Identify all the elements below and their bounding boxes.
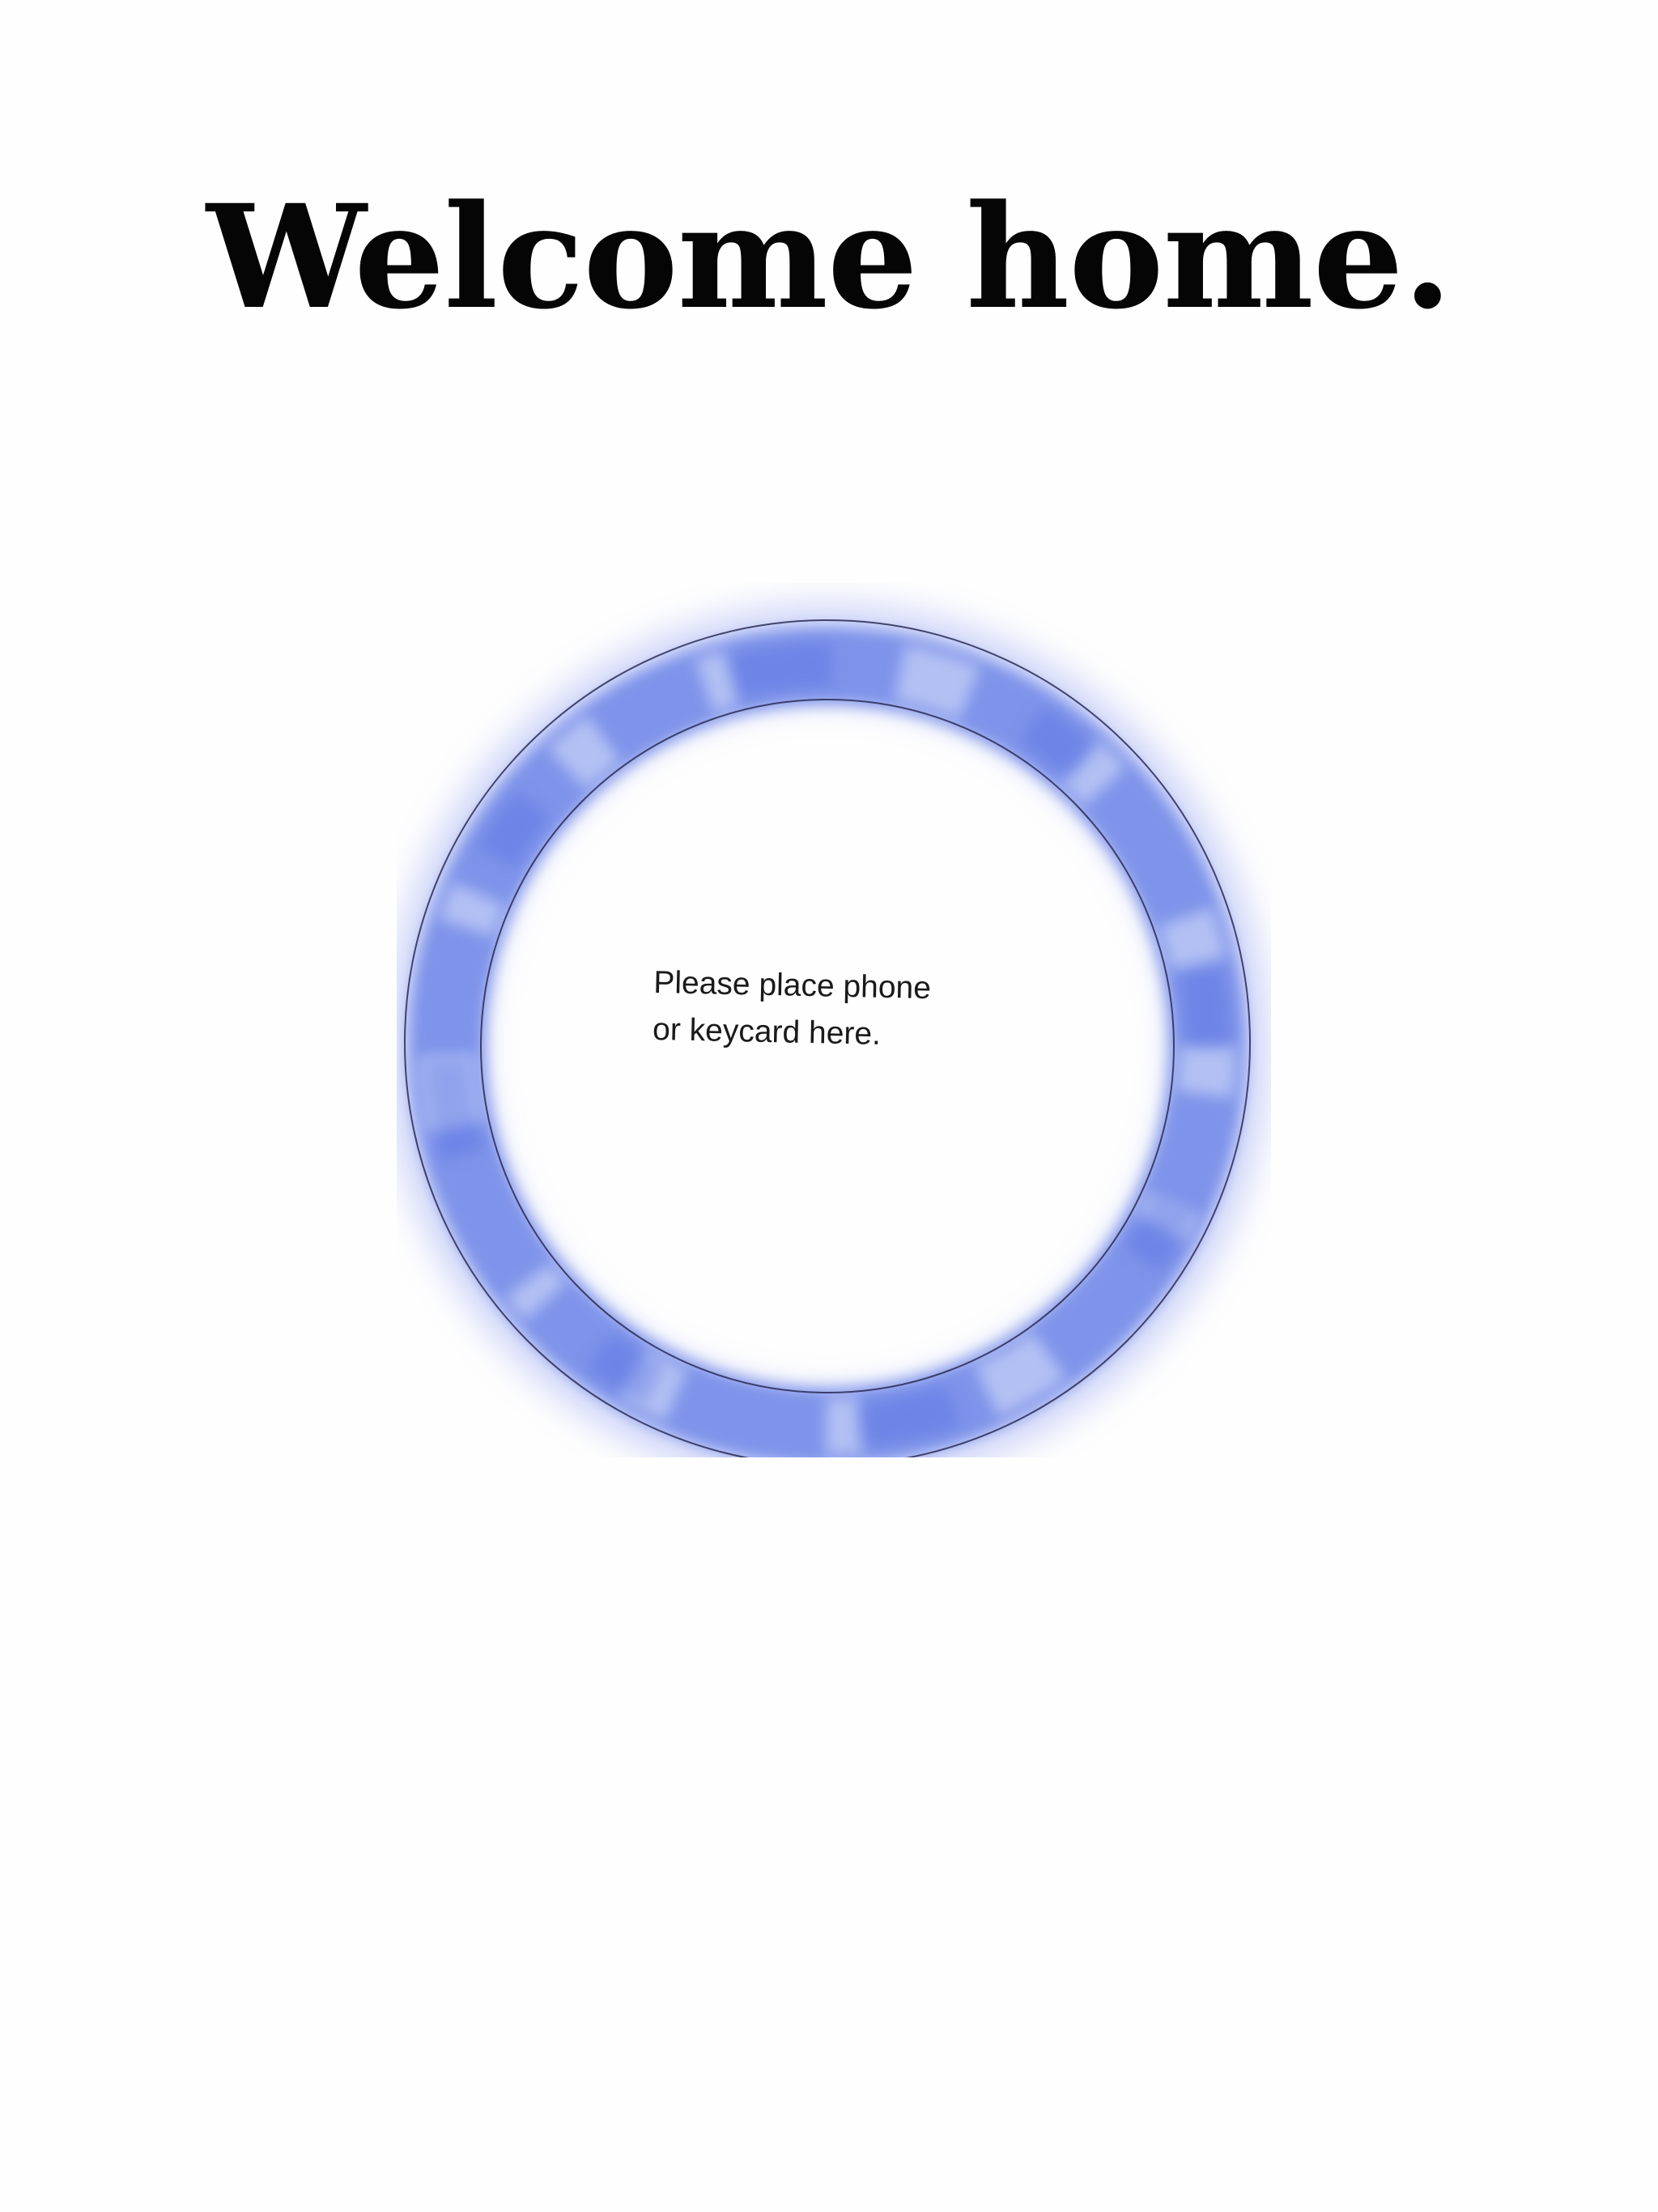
- reader-prompt: Please place phone or keycard here.: [653, 959, 994, 1061]
- prompt-line-2: or keycard here.: [652, 1011, 882, 1052]
- prompt-line-1: Please place phone: [653, 964, 932, 1006]
- page-title: Welcome home.: [206, 173, 1452, 341]
- welcome-screen: Welcome home. Please place phone or keyc…: [0, 0, 1658, 2212]
- nfc-reader-target[interactable]: Please place phone or keycard here.: [397, 583, 1271, 1457]
